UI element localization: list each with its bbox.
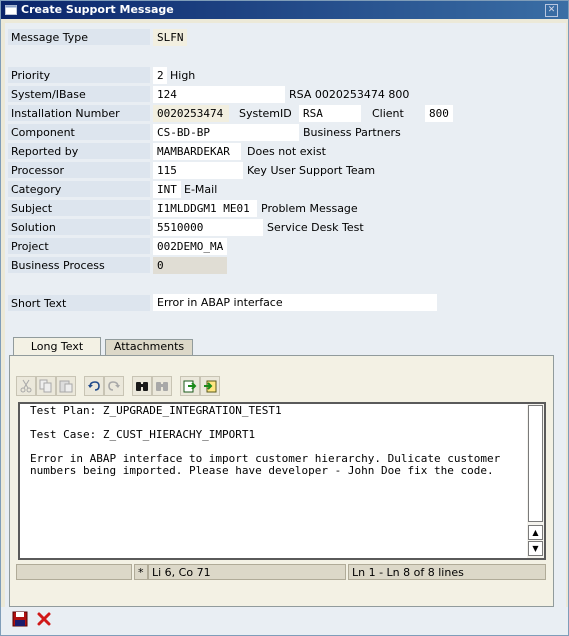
dialog-window-icon bbox=[5, 5, 17, 15]
copy-button[interactable] bbox=[36, 376, 56, 396]
undo-icon bbox=[88, 381, 100, 391]
scroll-up-button[interactable]: ▲ bbox=[528, 525, 543, 540]
client-label: Client bbox=[372, 107, 404, 120]
subject-label: Subject bbox=[8, 200, 150, 217]
editor-line: Test Plan: Z_UPGRADE_INTEGRATION_TEST1 bbox=[30, 404, 282, 417]
cut-icon bbox=[20, 379, 32, 393]
project-label: Project bbox=[8, 238, 150, 255]
reported-by-description: Does not exist bbox=[247, 145, 326, 158]
find-next-icon bbox=[156, 382, 168, 391]
line-info: Ln 1 - Ln 8 of 8 lines bbox=[348, 564, 546, 580]
message-type-label: Message Type bbox=[8, 29, 150, 46]
title-bar: Create Support Message ✕ bbox=[1, 1, 568, 19]
tab-long-text[interactable]: Long Text bbox=[13, 337, 101, 355]
redo-icon bbox=[108, 381, 120, 391]
category-label: Category bbox=[8, 181, 150, 198]
solution-description: Service Desk Test bbox=[267, 221, 364, 234]
cursor-position: Li 6, Co 71 bbox=[148, 564, 346, 580]
cut-button[interactable] bbox=[16, 376, 36, 396]
component-description: Business Partners bbox=[303, 126, 401, 139]
editor-vertical-scrollbar[interactable]: ▲ ▼ bbox=[527, 404, 544, 558]
subject-field[interactable]: I1MLDDGM1 ME01 bbox=[153, 200, 257, 217]
priority-label: Priority bbox=[8, 67, 150, 84]
client-field[interactable]: 800 bbox=[425, 105, 453, 122]
undo-button[interactable] bbox=[84, 376, 104, 396]
systemid-label: SystemID bbox=[239, 107, 292, 120]
subject-description: Problem Message bbox=[261, 202, 358, 215]
modified-indicator: * bbox=[134, 564, 148, 580]
find-next-button[interactable] bbox=[152, 376, 172, 396]
priority-description: High bbox=[170, 69, 196, 82]
tab-strip: Long Text Attachments bbox=[9, 337, 554, 355]
scrollbar-thumb[interactable] bbox=[528, 405, 543, 522]
bottom-toolbar bbox=[1, 607, 568, 635]
scroll-down-button[interactable]: ▼ bbox=[528, 541, 543, 556]
find-icon bbox=[136, 382, 148, 391]
message-form: Message Type SLFN Priority 2 High System… bbox=[5, 23, 566, 607]
copy-icon bbox=[39, 379, 52, 393]
editor-line: Test Case: Z_CUST_HIERACHY_IMPORT1 bbox=[30, 428, 256, 441]
tab-attachments[interactable]: Attachments bbox=[105, 339, 193, 355]
load-local-file-button[interactable] bbox=[180, 376, 200, 396]
long-text-editor[interactable]: Test Plan: Z_UPGRADE_INTEGRATION_TEST1 T… bbox=[18, 402, 546, 560]
priority-field[interactable]: 2 bbox=[153, 67, 167, 84]
load-local-file-icon bbox=[183, 380, 197, 393]
short-text-label: Short Text bbox=[8, 295, 150, 312]
window-title: Create Support Message bbox=[21, 3, 174, 16]
create-support-message-dialog: Create Support Message ✕ Message Type SL… bbox=[0, 0, 569, 636]
scroll-down-arrow-icon: ▼ bbox=[532, 544, 539, 553]
processor-description: Key User Support Team bbox=[247, 164, 376, 177]
scroll-up-arrow-icon: ▲ bbox=[532, 528, 539, 537]
save-button[interactable] bbox=[11, 610, 31, 630]
installation-number-label: Installation Number bbox=[8, 105, 150, 122]
category-field[interactable]: INT bbox=[153, 181, 181, 198]
processor-label: Processor bbox=[8, 162, 150, 179]
category-description: E-Mail bbox=[184, 183, 218, 196]
processor-field[interactable]: 115 bbox=[153, 162, 243, 179]
system-ibase-label: System/IBase bbox=[8, 86, 150, 103]
find-button[interactable] bbox=[132, 376, 152, 396]
save-local-file-icon bbox=[204, 380, 217, 393]
short-text-field[interactable]: Error in ABAP interface bbox=[153, 294, 437, 311]
save-local-file-button[interactable] bbox=[200, 376, 220, 396]
reported-by-label: Reported by bbox=[8, 143, 150, 160]
cancel-icon bbox=[37, 612, 51, 626]
reported-by-field[interactable]: MAMBARDEKAR bbox=[153, 143, 241, 160]
component-label: Component bbox=[8, 124, 150, 141]
systemid-field[interactable]: RSA bbox=[299, 105, 361, 122]
business-process-field: 0 bbox=[153, 257, 227, 274]
paste-button[interactable] bbox=[56, 376, 76, 396]
business-process-label: Business Process bbox=[8, 257, 150, 274]
editor-line: numbers being imported. Please have deve… bbox=[30, 464, 494, 477]
close-button[interactable]: ✕ bbox=[545, 4, 558, 17]
installation-number-field[interactable]: 0020253474 bbox=[153, 105, 229, 122]
solution-field[interactable]: 5510000 bbox=[153, 219, 263, 236]
project-field[interactable]: 002DEMO_MA bbox=[153, 238, 227, 255]
system-ibase-description: RSA 0020253474 800 bbox=[289, 88, 410, 101]
save-icon bbox=[12, 611, 28, 627]
component-field[interactable]: CS-BD-BP bbox=[153, 124, 299, 141]
status-segment-blank bbox=[16, 564, 132, 580]
cancel-button[interactable] bbox=[35, 610, 55, 630]
system-ibase-field[interactable]: 124 bbox=[153, 86, 285, 103]
message-type-field[interactable]: SLFN bbox=[153, 29, 187, 46]
solution-label: Solution bbox=[8, 219, 150, 236]
long-text-panel: Test Plan: Z_UPGRADE_INTEGRATION_TEST1 T… bbox=[9, 355, 554, 607]
paste-icon bbox=[59, 380, 73, 393]
redo-button[interactable] bbox=[104, 376, 124, 396]
